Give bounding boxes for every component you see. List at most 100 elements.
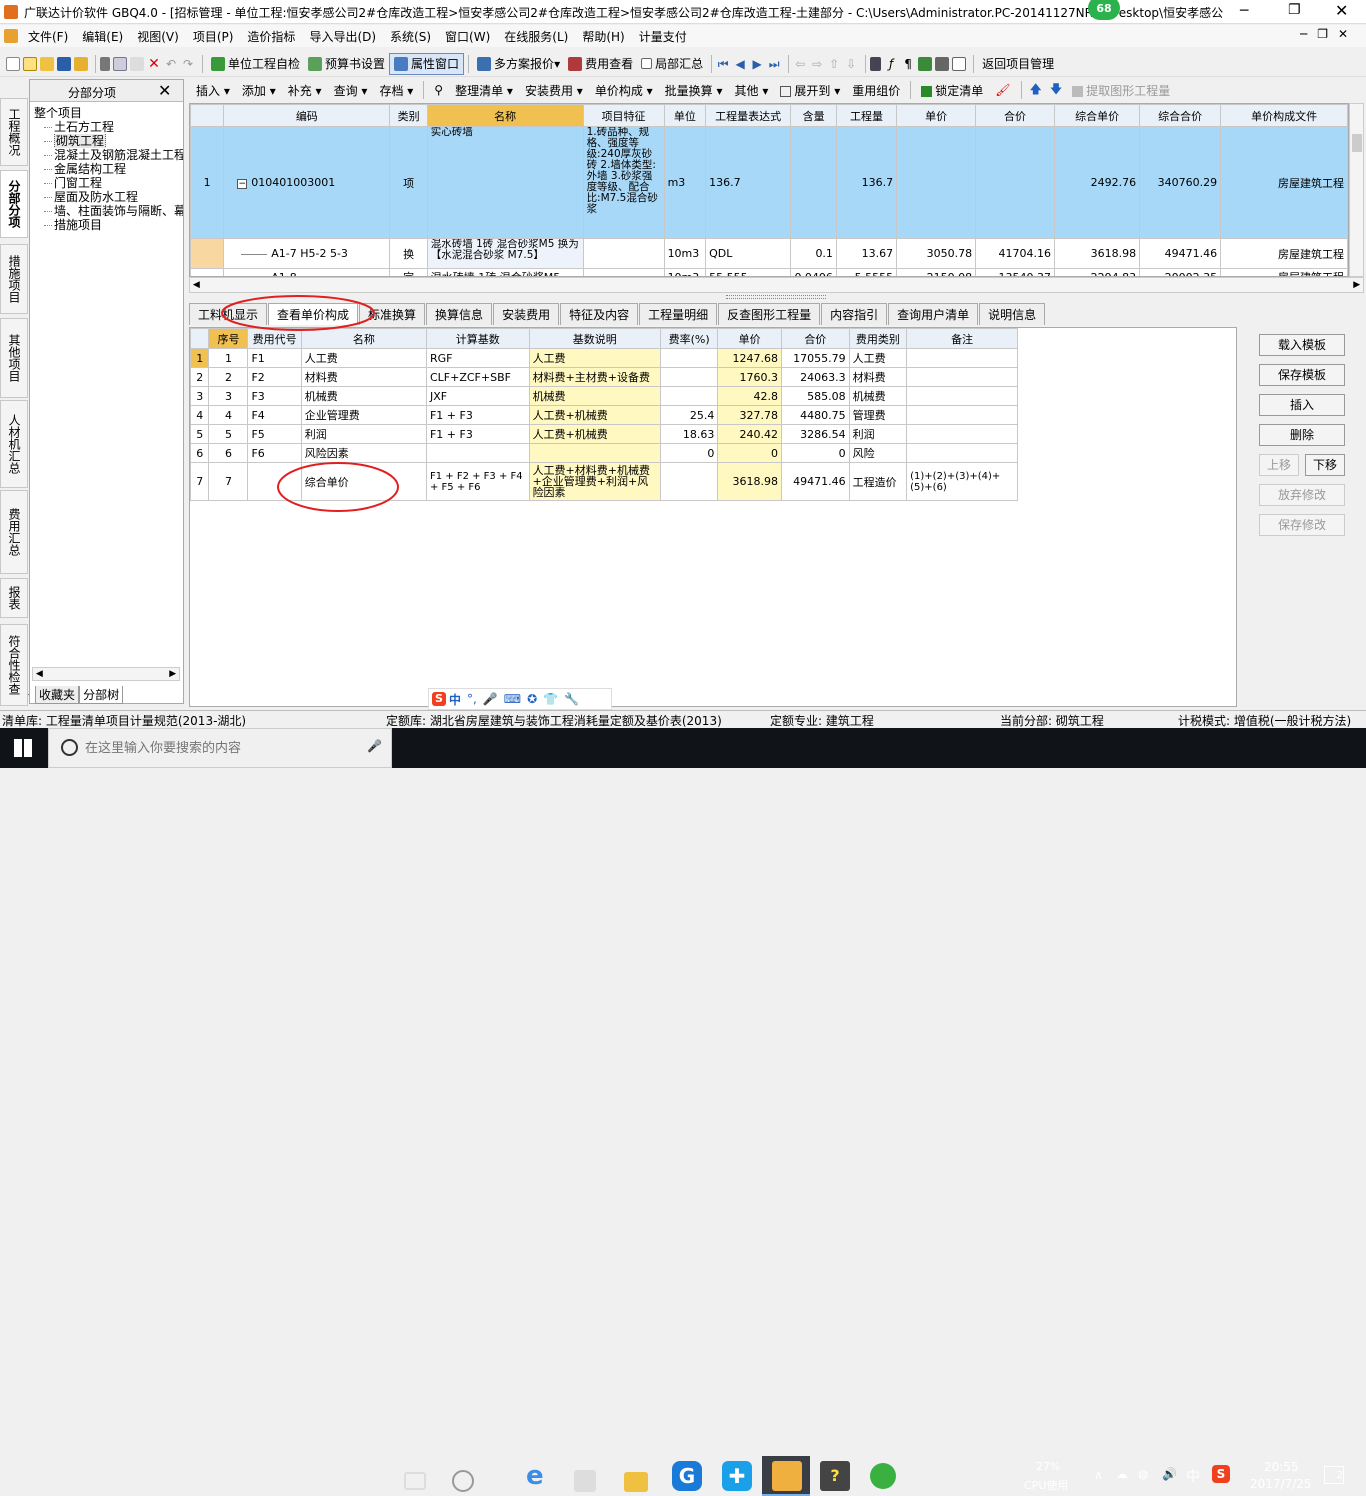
network-icon[interactable]: ◍ <box>1138 1467 1148 1481</box>
lower-grid-row[interactable]: 2 2 F2 材料费 CLF+ZCF+SBF 材料费+主材费+设备费 1760.3 24063… <box>190 367 1018 387</box>
detail-tab-9[interactable]: 查询用户清单 <box>888 303 979 325</box>
tree-item[interactable]: 墙、柱面装饰与隔断、幕墙 <box>30 204 183 218</box>
upper-cell-unit[interactable]: 10m3 <box>663 238 707 269</box>
punct-icon[interactable]: °, <box>467 692 477 706</box>
lower-grid-row[interactable]: 7 7 综合单价 F1 + F2 + F3 + F4 + F5 + F6 人工费+材料费… <box>190 462 1018 501</box>
fee-view-button[interactable]: 费用查看 <box>564 53 637 75</box>
shirt-icon[interactable]: 👕 <box>543 692 558 706</box>
lower-cell-6[interactable]: 240.42 <box>717 424 782 444</box>
self-check-button[interactable]: 单位工程自检 <box>207 53 304 75</box>
grid-toolbar-item-8[interactable]: 批量换算 ▾ <box>659 82 729 99</box>
upper-cell-name[interactable]: 实心砖墙 <box>426 126 584 239</box>
lower-cell-4[interactable]: 人工费+机械费 <box>528 424 661 444</box>
lower-cell-0[interactable]: 7 <box>208 462 249 501</box>
lower-header-9[interactable]: 备注 <box>906 328 1018 349</box>
upper-cell-feature[interactable]: 1.砖品种、规格、强度等级:240厚灰砂砖 2.墙体类型:外墙 3.砂浆强度等级… <box>582 126 665 239</box>
notification-badge[interactable]: 68 <box>1088 0 1120 20</box>
lower-cell-7[interactable]: 17055.79 <box>780 348 850 368</box>
lower-cell-1[interactable]: F1 <box>247 348 302 368</box>
upper-cell-qty[interactable]: 136.7 <box>835 126 898 239</box>
open-folder-icon[interactable] <box>40 56 54 71</box>
paragraph-icon[interactable]: ¶ <box>901 57 915 71</box>
menu-item-2[interactable]: 视图(V) <box>130 28 186 45</box>
lower-cell-3[interactable]: F1 + F2 + F3 + F4 + F5 + F6 <box>425 462 530 501</box>
move-up-icon[interactable]: 🡅 <box>1030 80 1042 101</box>
grid-toolbar-item-1[interactable]: 添加 ▾ <box>236 82 282 99</box>
vtab-2[interactable]: 措施项目 <box>0 244 28 314</box>
left-tab-1[interactable]: 分部树 <box>79 686 124 704</box>
lower-header-1[interactable]: 费用代号 <box>247 328 302 349</box>
upper-cell-comp_price[interactable]: 2492.76 <box>1054 126 1141 239</box>
lower-header-2[interactable]: 名称 <box>300 328 427 349</box>
upper-cell-feature[interactable] <box>582 268 665 276</box>
lower-cell-8[interactable]: 机械费 <box>848 386 908 406</box>
skin-icon[interactable]: ✪ <box>527 692 537 706</box>
taskbar-search[interactable]: 🎤 <box>48 728 392 768</box>
upper-header-0[interactable]: 编码 <box>223 104 391 127</box>
lower-cell-0[interactable]: 6 <box>208 443 249 463</box>
upper-header-10[interactable]: 综合单价 <box>1054 104 1141 127</box>
upper-cell-content[interactable]: 0.1 <box>790 238 837 269</box>
upper-cell-feature[interactable] <box>582 238 665 269</box>
detail-tab-2[interactable]: 标准换算 <box>359 303 426 325</box>
ime-indicator[interactable]: 中 <box>1186 1466 1200 1486</box>
lower-cell-8[interactable]: 人工费 <box>848 348 908 368</box>
upper-cell-comp_total[interactable]: 20002.35 <box>1139 268 1222 276</box>
upper-cell-total[interactable]: 13540.37 <box>975 268 1056 276</box>
upper-grid-row[interactable]: 1−010401003001 项实心砖墙 1.砖品种、规格、强度等级:240厚灰砂砖… <box>190 126 1348 239</box>
upper-cell-unit[interactable]: 10m3 <box>663 268 707 276</box>
upper-header-8[interactable]: 单价 <box>896 104 977 127</box>
grid-toolbar-item-3[interactable]: 查询 ▾ <box>328 82 374 99</box>
grid-toolbar-item-11[interactable]: 重用组价 <box>846 82 906 99</box>
left-tab-0[interactable]: 收藏夹 <box>35 686 80 704</box>
upper-cell-comp_price[interactable]: 2294.83 <box>1054 268 1141 276</box>
side-button-1[interactable]: 保存模板 <box>1259 364 1345 386</box>
lower-cell-3[interactable]: RGF <box>425 348 530 368</box>
upper-header-6[interactable]: 含量 <box>790 104 837 127</box>
explorer-icon[interactable] <box>624 1472 648 1492</box>
arrow-down-icon[interactable]: ⇩ <box>844 57 858 71</box>
lower-cell-3[interactable]: F1 + F3 <box>425 424 530 444</box>
detail-tab-6[interactable]: 工程量明细 <box>639 303 718 325</box>
detail-tab-8[interactable]: 内容指引 <box>821 303 888 325</box>
budget-settings-button[interactable]: 预算书设置 <box>304 53 389 75</box>
upper-cell-name[interactable]: 混水砖墙 1砖 混合砂浆M5 <box>426 268 584 276</box>
detail-tab-4[interactable]: 安装费用 <box>493 303 560 325</box>
new-icon[interactable] <box>6 56 20 71</box>
help-app-icon[interactable]: ? <box>820 1461 850 1491</box>
side-button-6[interactable]: 放弃修改 <box>1259 484 1345 506</box>
upper-cell-qty[interactable]: 13.67 <box>835 238 898 269</box>
paste-icon[interactable] <box>130 56 144 71</box>
lower-cell-4[interactable]: 人工费+机械费 <box>528 405 661 425</box>
lower-cell-7[interactable]: 4480.75 <box>780 405 850 425</box>
restore-icon[interactable]: ❐ <box>1288 2 1301 18</box>
upper-cell-file[interactable]: 房屋建筑工程 <box>1220 126 1348 239</box>
lower-cell-5[interactable]: 0 <box>659 443 719 463</box>
multi-plan-button[interactable]: 多方案报价 ▾ <box>473 53 564 75</box>
menu-item-5[interactable]: 导入导出(D) <box>302 28 383 45</box>
copy-icon[interactable] <box>113 56 127 71</box>
lower-cell-1[interactable]: F2 <box>247 367 302 387</box>
lower-cell-5[interactable] <box>659 348 719 368</box>
vtab-1[interactable]: 分部分项 <box>0 170 28 238</box>
gbq-icon[interactable] <box>772 1461 802 1491</box>
new-file-icon[interactable] <box>23 56 37 71</box>
glodon-g-icon[interactable]: G <box>672 1461 702 1491</box>
partial-sum-checkbox[interactable]: 局部汇总 <box>637 53 707 75</box>
task-view-icon[interactable] <box>404 1472 426 1490</box>
wrench-icon[interactable]: 🔧 <box>564 692 579 706</box>
lower-header-0[interactable]: 序号 <box>208 328 249 349</box>
lower-cell-9[interactable] <box>906 367 1018 387</box>
upper-cell-file[interactable]: 房屋建筑工程 <box>1220 268 1348 276</box>
mic-icon[interactable]: 🎤 <box>483 692 498 706</box>
vtab-4[interactable]: 人材机汇总 <box>0 400 28 488</box>
grid-toolbar-item-6[interactable]: 安装费用 ▾ <box>519 82 589 99</box>
upper-hscroll[interactable]: ◀ ▶ <box>189 277 1364 293</box>
grid-toolbar-item-10[interactable]: 展开到 ▾ <box>774 82 846 99</box>
mdi-minimize-icon[interactable]: ─ <box>1300 27 1317 41</box>
upper-header-4[interactable]: 单位 <box>663 104 707 127</box>
tree-item[interactable]: 屋面及防水工程 <box>30 190 183 204</box>
lower-cell-0[interactable]: 1 <box>208 348 249 368</box>
lower-grid-row[interactable]: 6 6 F6 风险因素 0 0 0 风险 <box>190 443 1018 463</box>
lower-cell-1[interactable]: F4 <box>247 405 302 425</box>
